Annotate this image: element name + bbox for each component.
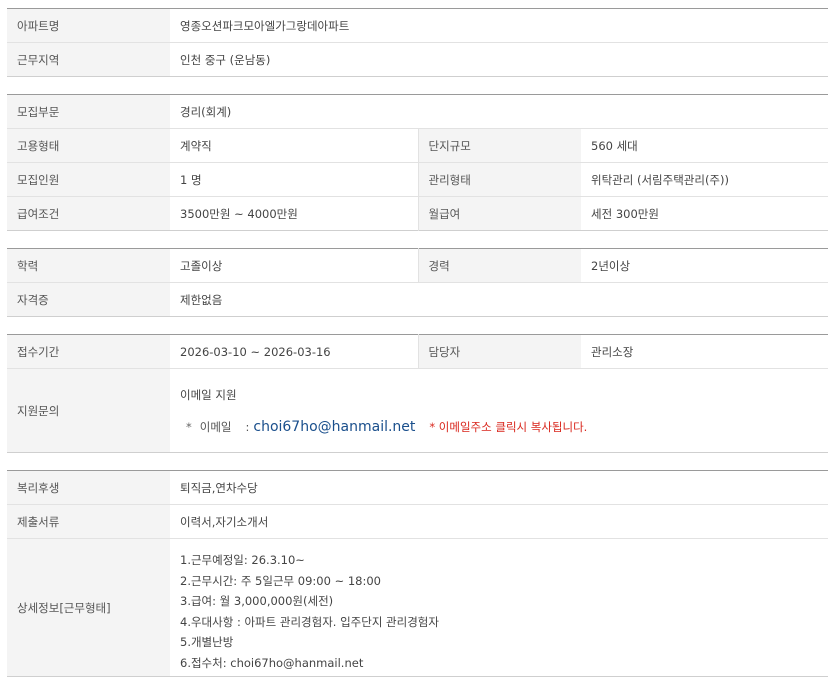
experience-label: 경력 [417,248,581,283]
documents-value: 이력서,자기소개서 [170,504,828,539]
headcount-label: 모집인원 [7,162,170,197]
row-documents: 제출서류 이력서,자기소개서 [7,504,828,539]
detail-line: 4.우대사항 : 아파트 관리경험자. 입주단지 관리경험자 [180,614,439,629]
detail-line: 1.근무예정일: 26.3.10~ [180,553,305,567]
management-type-value: 위탁관리 (서림주택관리(주)) [581,162,828,197]
application-period-label: 접수기간 [7,334,170,369]
manager-value: 관리소장 [581,334,828,369]
row-employment: 고용형태 계약직 단지규모 560 세대 [7,128,828,163]
details-label: 상세정보[근무형태] [7,538,170,677]
row-certificate: 자격증 제한없음 [7,282,828,317]
apartment-name-label: 아파트명 [7,8,170,43]
details-value: 1.근무예정일: 26.3.10~ 2.근무시간: 주 5일근무 09:00 ~… [170,538,828,677]
detail-line: 3.급여: 월 3,000,000원(세전) [180,594,334,608]
job-posting-detail: 아파트명 영종오션파크모아엘가그랑데아파트 근무지역 인천 중구 (운남동) 모… [0,0,835,677]
certificate-label: 자격증 [7,282,170,317]
monthly-pay-value: 세전 300만원 [581,196,828,231]
category-label: 모집부문 [7,94,170,129]
row-category: 모집부문 경리(회계) [7,94,828,129]
row-welfare: 복리후생 퇴직금,연차수당 [7,470,828,505]
email-colon: : [245,419,250,434]
welfare-label: 복리후생 [7,470,170,505]
section-benefits: 복리후생 퇴직금,연차수당 제출서류 이력서,자기소개서 상세정보[근무형태] … [7,470,828,677]
section-qualifications: 학력 고졸이상 경력 2년이상 자격증 제한없음 [7,248,828,317]
row-salary: 급여조건 3500만원 ~ 4000만원 월급여 세전 300만원 [7,196,828,231]
certificate-value: 제한없음 [170,282,828,317]
employment-type-value: 계약직 [170,128,418,163]
category-value: 경리(회계) [170,94,828,129]
detail-line: 5.개별난방 [180,635,234,649]
monthly-pay-label: 월급여 [417,196,581,231]
documents-label: 제출서류 [7,504,170,539]
copy-notice: * 이메일주소 클릭시 복사됩니다. [429,419,588,434]
row-headcount: 모집인원 1 명 관리형태 위탁관리 (서림주택관리(주)) [7,162,828,197]
apartment-name-value: 영종오션파크모아엘가그랑데아파트 [170,8,828,43]
row-apartment-name: 아파트명 영종오션파크모아엘가그랑데아파트 [7,8,828,43]
inquiry-cell: 이메일 지원 * 이메일 : choi67ho@hanmail.net * 이메… [170,368,828,453]
experience-value: 2년이상 [581,248,828,283]
education-value: 고졸이상 [170,248,418,283]
section-apartment: 아파트명 영종오션파크모아엘가그랑데아파트 근무지역 인천 중구 (운남동) [7,8,828,77]
row-education: 학력 고졸이상 경력 2년이상 [7,248,828,283]
inquiry-label: 지원문의 [7,368,170,453]
email-contact-line: * 이메일 : choi67ho@hanmail.net * 이메일주소 클릭시… [180,419,818,435]
application-period-value: 2026-03-10 ~ 2026-03-16 [170,334,418,369]
employment-type-label: 고용형태 [7,128,170,163]
work-region-value: 인천 중구 (운남동) [170,42,828,77]
complex-size-value: 560 세대 [581,128,828,163]
row-details: 상세정보[근무형태] 1.근무예정일: 26.3.10~ 2.근무시간: 주 5… [7,538,828,677]
salary-value: 3500만원 ~ 4000만원 [170,196,418,231]
detail-line: 6.접수처: choi67ho@hanmail.net [180,655,364,670]
row-work-region: 근무지역 인천 중구 (운남동) [7,42,828,77]
complex-size-label: 단지규모 [417,128,581,163]
section-application: 접수기간 2026-03-10 ~ 2026-03-16 담당자 관리소장 지원… [7,334,828,453]
email-label: 이메일 [199,419,232,434]
row-period: 접수기간 2026-03-10 ~ 2026-03-16 담당자 관리소장 [7,334,828,369]
detail-line: 2.근무시간: 주 5일근무 09:00 ~ 18:00 [180,573,381,588]
management-type-label: 관리형태 [417,162,581,197]
welfare-value: 퇴직금,연차수당 [170,470,828,505]
manager-label: 담당자 [417,334,581,369]
headcount-value: 1 명 [170,162,418,197]
row-inquiry: 지원문의 이메일 지원 * 이메일 : choi67ho@hanmail.net… [7,368,828,453]
bullet-icon: * [186,419,192,434]
email-address-link[interactable]: choi67ho@hanmail.net [253,419,415,435]
inquiry-value: 이메일 지원 [180,387,237,402]
education-label: 학력 [7,248,170,283]
section-recruitment: 모집부문 경리(회계) 고용형태 계약직 단지규모 560 세대 모집인원 1 … [7,94,828,231]
salary-label: 급여조건 [7,196,170,231]
work-region-label: 근무지역 [7,42,170,77]
